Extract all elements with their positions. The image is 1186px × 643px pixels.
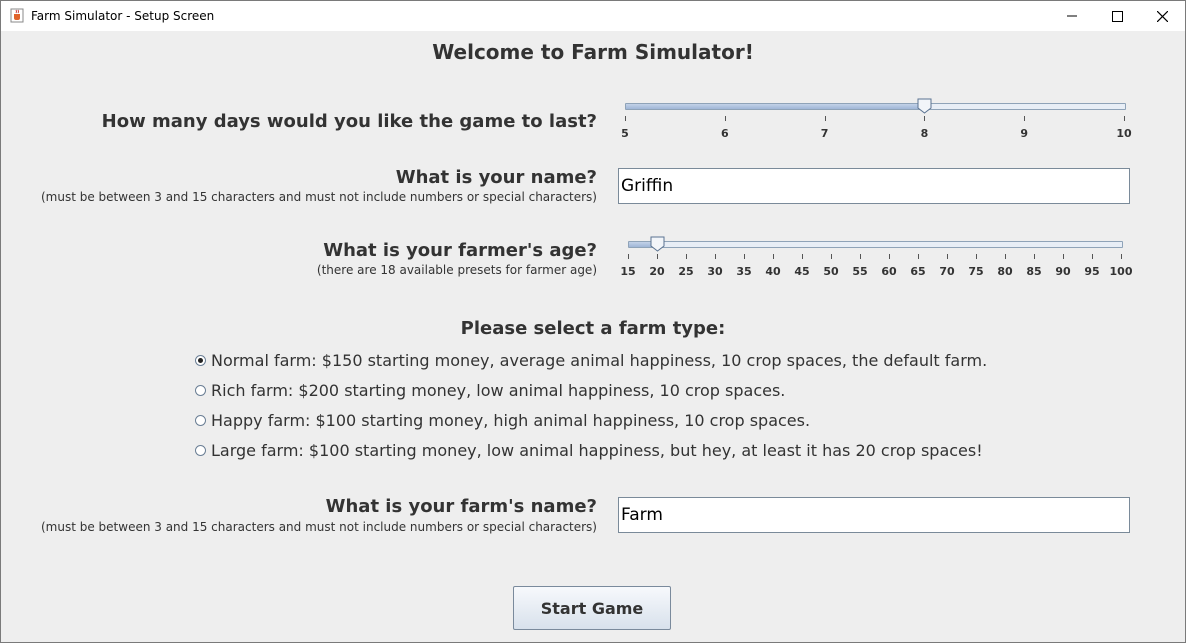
title-bar[interactable]: Farm Simulator - Setup Screen (1, 1, 1185, 31)
days-tick (824, 116, 826, 121)
page-title: Welcome to Farm Simulator! (432, 40, 754, 64)
age-tick (1121, 254, 1122, 259)
age-tick (831, 254, 832, 259)
age-slider-thumb[interactable] (650, 236, 665, 252)
days-tick (924, 116, 926, 121)
age-tick (628, 254, 629, 259)
maximize-icon (1111, 10, 1123, 22)
age-tick (773, 254, 774, 259)
days-tick (1024, 116, 1026, 121)
age-tick (918, 254, 919, 259)
farm-type-option-label: Normal farm: $150 starting money, averag… (211, 350, 988, 370)
radio-button[interactable] (195, 444, 206, 456)
farm-name-label: What is your farm's name? (325, 496, 597, 517)
days-tick-label: 10 (1116, 127, 1132, 140)
name-note: (must be between 3 and 15 characters and… (40, 190, 597, 204)
name-label: What is your name? (395, 167, 597, 188)
close-icon (1156, 10, 1168, 22)
days-tick-label: 9 (1020, 127, 1029, 140)
days-slider-fill (626, 104, 926, 109)
farm-type-option-label: Rich farm: $200 starting money, low anim… (211, 380, 786, 400)
age-tick (976, 254, 977, 259)
days-tick-label: 6 (720, 127, 729, 140)
age-tick (889, 254, 890, 259)
window-title: Farm Simulator - Setup Screen (31, 9, 215, 23)
age-tick (744, 254, 745, 259)
age-tick (1005, 254, 1006, 259)
days-tick-label: 5 (621, 127, 629, 140)
age-tick (715, 254, 716, 259)
farm-type-option[interactable]: Rich farm: $200 starting money, low anim… (195, 380, 785, 400)
age-tick (802, 254, 803, 259)
start-game-button[interactable]: Start Game (513, 586, 671, 630)
days-tick (1124, 116, 1125, 121)
days-tick (625, 116, 626, 121)
age-tick (686, 254, 687, 259)
days-tick-label: 7 (820, 127, 829, 140)
farm-type-option-label: Large farm: $100 starting money, low ani… (211, 440, 983, 460)
radio-button[interactable] (195, 384, 206, 396)
age-tick-label: 100 (1109, 265, 1133, 278)
days-slider-track[interactable] (625, 103, 1126, 110)
age-tick (947, 254, 948, 259)
farm-type-label: Please select a farm type: (460, 318, 726, 339)
name-input[interactable]: Griffin (618, 168, 1130, 204)
age-tick (1092, 254, 1093, 259)
days-tick-label: 8 (920, 127, 929, 140)
close-button[interactable] (1139, 1, 1185, 31)
farm-type-option[interactable]: Happy farm: $100 starting money, high an… (195, 410, 810, 430)
farm-name-note: (must be between 3 and 15 characters and… (40, 520, 597, 534)
age-tick (1034, 254, 1035, 259)
days-slider-thumb[interactable] (917, 98, 932, 114)
farm-type-option[interactable]: Normal farm: $150 starting money, averag… (195, 350, 987, 370)
age-note: (there are 18 available presets for farm… (316, 263, 597, 277)
age-tick (657, 254, 658, 259)
age-slider-track[interactable] (628, 241, 1123, 248)
farm-type-option-label: Happy farm: $100 starting money, high an… (211, 410, 811, 430)
radio-button[interactable] (195, 414, 206, 426)
days-slider[interactable]: 5 6 7 8 9 10 (618, 96, 1138, 142)
minimize-icon (1067, 15, 1077, 17)
age-tick (860, 254, 861, 259)
farm-type-option[interactable]: Large farm: $100 starting money, low ani… (195, 440, 983, 460)
days-tick (724, 116, 726, 121)
age-tick (1063, 254, 1064, 259)
age-slider[interactable]: 15 20 25 30 35 40 45 50 55 60 65 70 75 80 85 90 95 100 (620, 234, 1140, 280)
radio-button[interactable] (195, 354, 206, 366)
days-label: How many days would you like the game to… (101, 111, 597, 132)
java-cup-icon (10, 8, 24, 23)
age-label: What is your farmer's age? (323, 240, 597, 261)
minimize-button[interactable] (1049, 1, 1095, 31)
maximize-button[interactable] (1094, 1, 1140, 31)
farm-name-input[interactable]: Farm (618, 497, 1130, 533)
